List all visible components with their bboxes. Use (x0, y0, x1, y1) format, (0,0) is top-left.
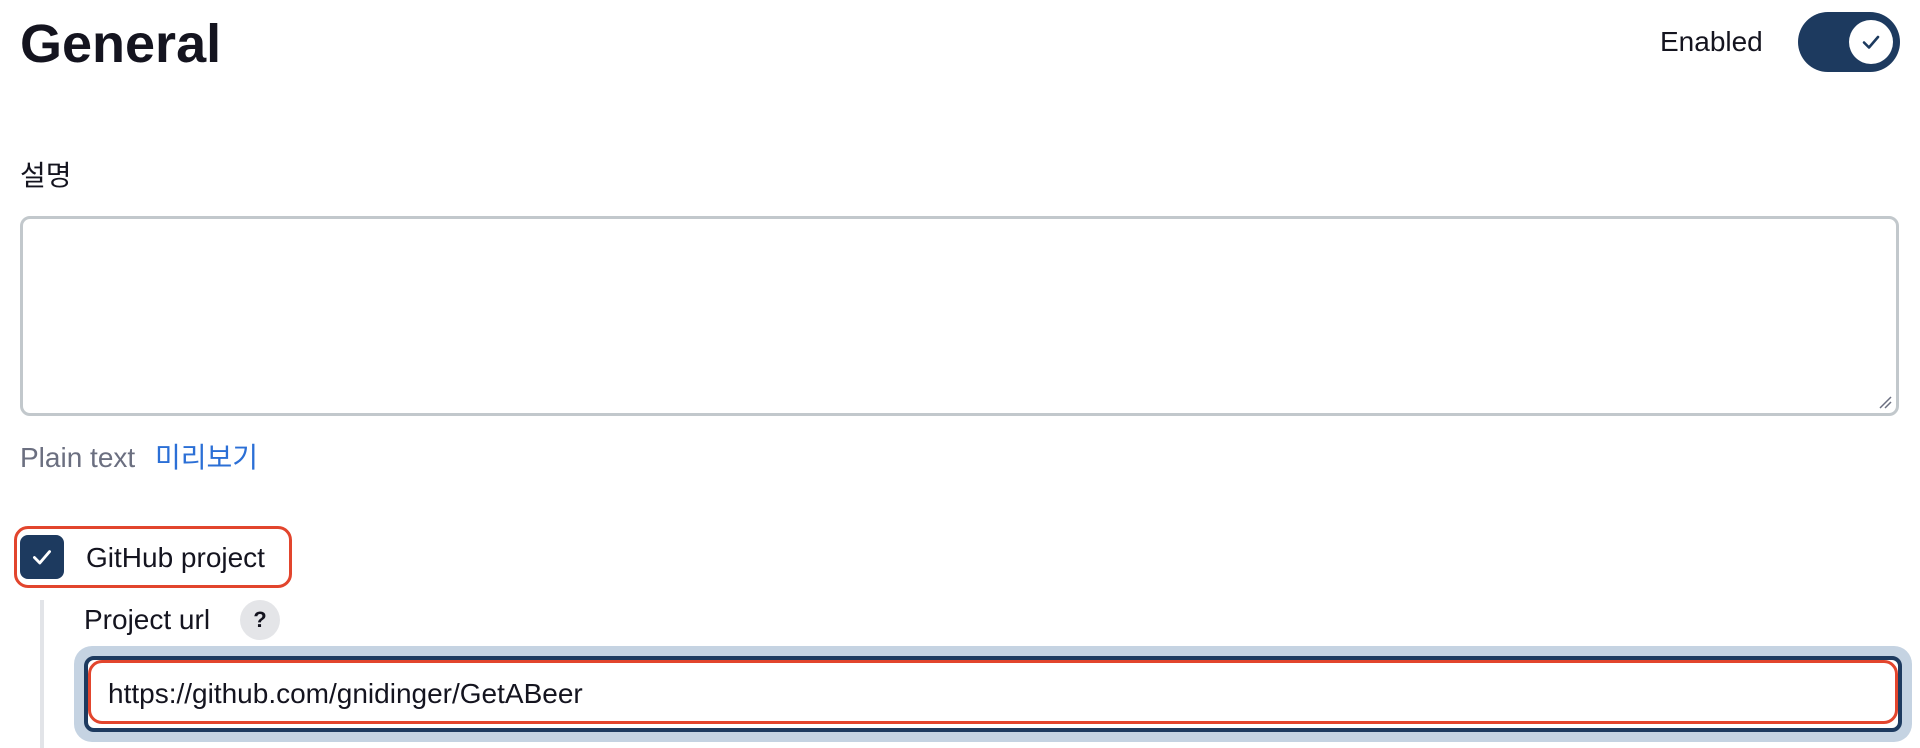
github-project-checkbox[interactable] (20, 535, 64, 579)
toggle-knob (1849, 20, 1893, 64)
description-textarea[interactable] (20, 216, 1899, 416)
check-icon (33, 550, 51, 565)
nested-section-bar (40, 600, 44, 748)
enabled-toggle[interactable] (1798, 12, 1900, 72)
github-project-label[interactable]: GitHub project (86, 538, 265, 578)
preview-link[interactable]: 미리보기 (155, 440, 258, 476)
format-label: Plain text (20, 442, 136, 473)
enabled-label: Enabled (1660, 26, 1763, 57)
page-title: General (20, 14, 222, 74)
help-button[interactable]: ? (240, 600, 280, 640)
description-label: 설명 (20, 160, 72, 191)
project-url-label: Project url (84, 604, 211, 635)
project-url-input[interactable] (84, 656, 1902, 732)
resize-grip-icon[interactable] (1878, 395, 1892, 409)
check-icon (1862, 35, 1880, 49)
